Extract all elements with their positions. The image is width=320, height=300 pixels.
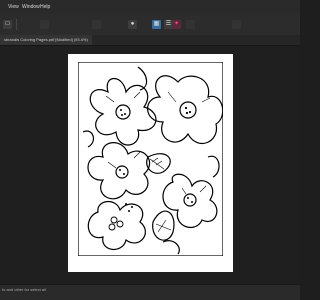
circle-tool-icon: ● [130,21,135,27]
canvas-area[interactable] [0,46,300,284]
menu-view[interactable]: View [8,0,19,14]
document-tab[interactable]: sbrandis Coloring Pages.pdf [Modified] (… [0,35,92,45]
document-page [68,54,233,272]
persona-button-1[interactable]: ▦ [152,20,161,29]
toolbar-button-4[interactable] [186,20,195,29]
menu-bar: View Window Help [0,0,300,14]
persona-button-3[interactable]: ✦ [172,20,181,29]
menu-window[interactable]: Window [22,0,40,14]
menu-help[interactable]: Help [40,0,50,14]
toolbar-separator [16,19,17,30]
document-tab-bar: sbrandis Coloring Pages.pdf [Modified] (… [0,35,300,46]
document-icon: □ [5,21,10,27]
grid-icon: ▦ [153,21,160,27]
toolbar-button-2[interactable] [92,20,101,29]
toolbar-button-3[interactable]: ● [128,20,137,29]
toolbar-button-5[interactable] [232,20,241,29]
new-document-button[interactable]: □ [3,20,12,29]
floral-line-art [78,62,223,256]
status-bar: to and other for select all [0,284,300,300]
toolbar-button-1[interactable] [40,20,49,29]
brush-icon: ✦ [173,21,180,27]
status-text: to and other for select all [2,287,46,292]
toolbar: □ ● ▦ ☰ ✦ [0,14,300,36]
layers-icon: ☰ [165,21,172,27]
